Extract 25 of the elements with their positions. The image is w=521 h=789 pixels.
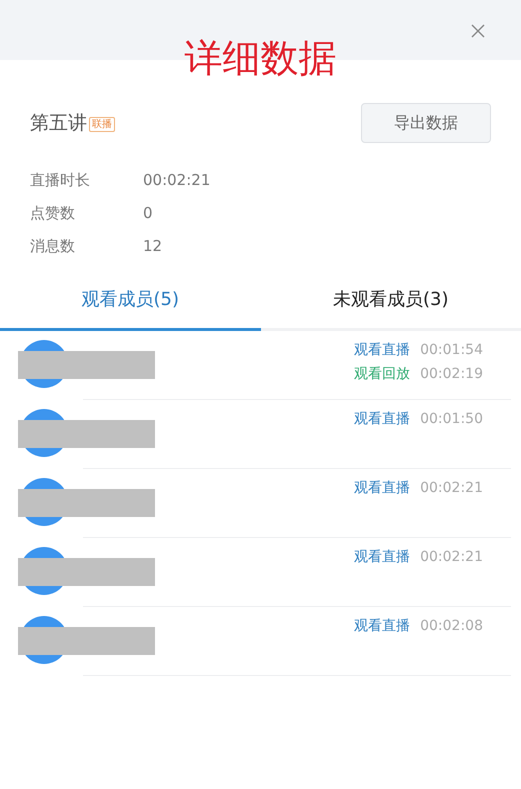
watch-type: 观看回放: [354, 365, 410, 384]
watch-time: 00:02:08: [420, 617, 483, 636]
stat-label: 点赞数: [30, 203, 76, 224]
lecture-name: 第五讲: [30, 111, 87, 136]
page-title: 详细数据: [184, 35, 336, 82]
watch-type: 观看直播: [354, 479, 410, 498]
watch-type: 观看直播: [354, 617, 410, 636]
tab[interactable]: 未观看成员(3): [260, 277, 521, 331]
stat-value: 12: [143, 236, 164, 257]
watch-type: 观看直播: [354, 548, 410, 567]
watch-type: 观看直播: [354, 410, 410, 429]
export-button[interactable]: 导出数据: [361, 103, 491, 143]
watch-time: 00:01:50: [420, 410, 483, 429]
watch-time: 00:02:21: [420, 548, 483, 567]
watch-time: 00:01:54: [420, 341, 483, 360]
tab[interactable]: 观看成员(5): [0, 277, 260, 331]
stat-label: 消息数: [30, 236, 76, 257]
stat-value: 00:02:21: [143, 170, 212, 191]
stat-value: 0: [143, 203, 154, 224]
watch-time: 00:02:19: [420, 365, 483, 384]
watch-type: 观看直播: [354, 341, 410, 360]
close-icon[interactable]: [471, 24, 485, 38]
lecture-tag: 联播: [89, 117, 115, 132]
watch-time: 00:02:21: [420, 479, 483, 498]
stat-label: 直播时长: [30, 170, 91, 191]
